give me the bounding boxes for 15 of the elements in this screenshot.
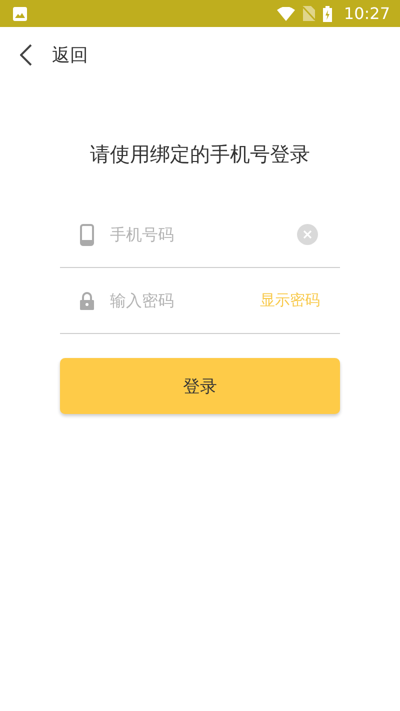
battery-icon: [322, 6, 332, 22]
chevron-left-icon: [20, 44, 32, 66]
back-button[interactable]: 返回: [20, 43, 88, 67]
wifi-icon: [276, 6, 295, 20]
login-button[interactable]: 登录: [60, 358, 340, 414]
phone-icon: [80, 224, 94, 246]
password-field[interactable]: 输入密码: [108, 290, 246, 311]
lock-icon: [80, 292, 94, 310]
image-icon: [13, 6, 27, 20]
phone-field[interactable]: 手机号码: [108, 224, 283, 245]
page-title: 请使用绑定的手机号登录: [89, 141, 311, 168]
clear-button[interactable]: [297, 224, 318, 245]
clock-time: 10:27: [344, 4, 390, 23]
no-sim-icon: [302, 6, 315, 21]
clear-icon: [297, 224, 318, 245]
